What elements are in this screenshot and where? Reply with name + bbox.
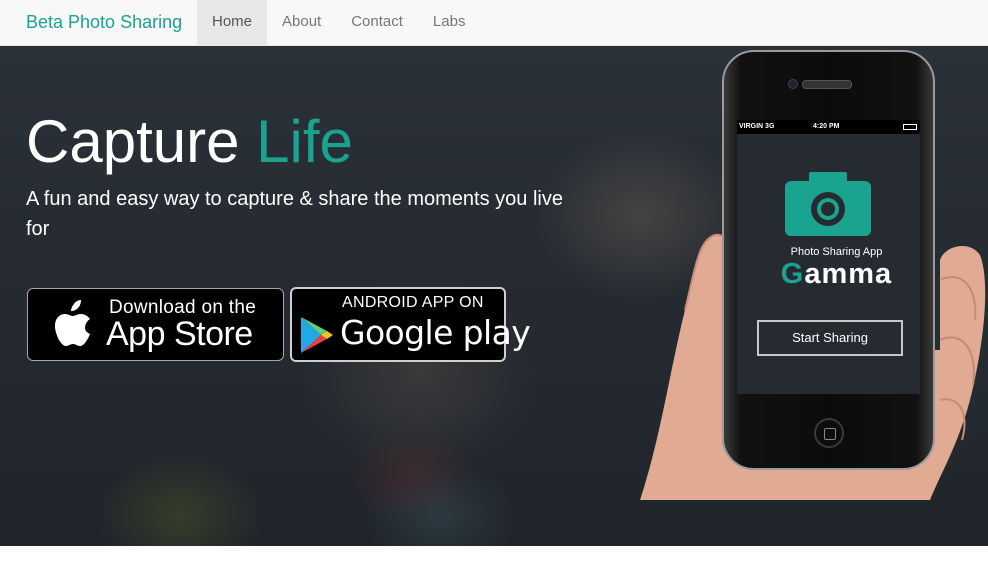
nav-about[interactable]: About — [267, 0, 336, 45]
app-store-button[interactable]: Download on the App Store — [27, 288, 284, 361]
status-carrier: VIRGIN 3G — [739, 123, 775, 130]
phone-screen: VIRGIN 3G 4:20 PM Photo Sharing App Gamm… — [737, 120, 920, 394]
headline-main: Capture — [26, 108, 240, 175]
headline-accent: Life — [256, 108, 353, 175]
phone-home-button — [814, 418, 844, 448]
apple-icon — [55, 300, 90, 346]
nav-home[interactable]: Home — [197, 0, 268, 45]
app-name-rest: amma — [804, 258, 893, 290]
navbar: Beta Photo Sharing Home About Contact La… — [0, 0, 988, 46]
phone-front-camera — [788, 79, 798, 89]
phone-statusbar: VIRGIN 3G 4:20 PM — [737, 120, 920, 134]
nav-menu: Home About Contact Labs — [197, 0, 480, 46]
page-bottom — [0, 546, 988, 587]
phone-speaker — [802, 80, 852, 89]
brand-link[interactable]: Beta Photo Sharing — [26, 0, 182, 46]
google-play-icon — [301, 317, 333, 353]
hero-tagline: A fun and easy way to capture & share th… — [26, 188, 563, 240]
nav-contact[interactable]: Contact — [336, 0, 418, 45]
app-store-big-text: App Store — [106, 315, 253, 353]
app-name-first-letter: G — [780, 258, 805, 290]
battery-icon — [903, 124, 917, 130]
camera-icon — [785, 172, 871, 236]
app-subtitle: Photo Sharing App — [790, 246, 883, 258]
start-sharing-button[interactable]: Start Sharing — [757, 320, 903, 356]
status-time: 4:20 PM — [813, 123, 840, 130]
hero-headline: Capture Life — [26, 107, 353, 177]
app-name: Gamma — [737, 258, 920, 291]
google-play-button[interactable]: ANDROID APP ON Google play — [290, 287, 531, 362]
nav-labs[interactable]: Labs — [418, 0, 481, 45]
google-play-small-text: ANDROID APP ON — [342, 294, 484, 311]
google-play-big-text: Google play — [340, 313, 531, 352]
